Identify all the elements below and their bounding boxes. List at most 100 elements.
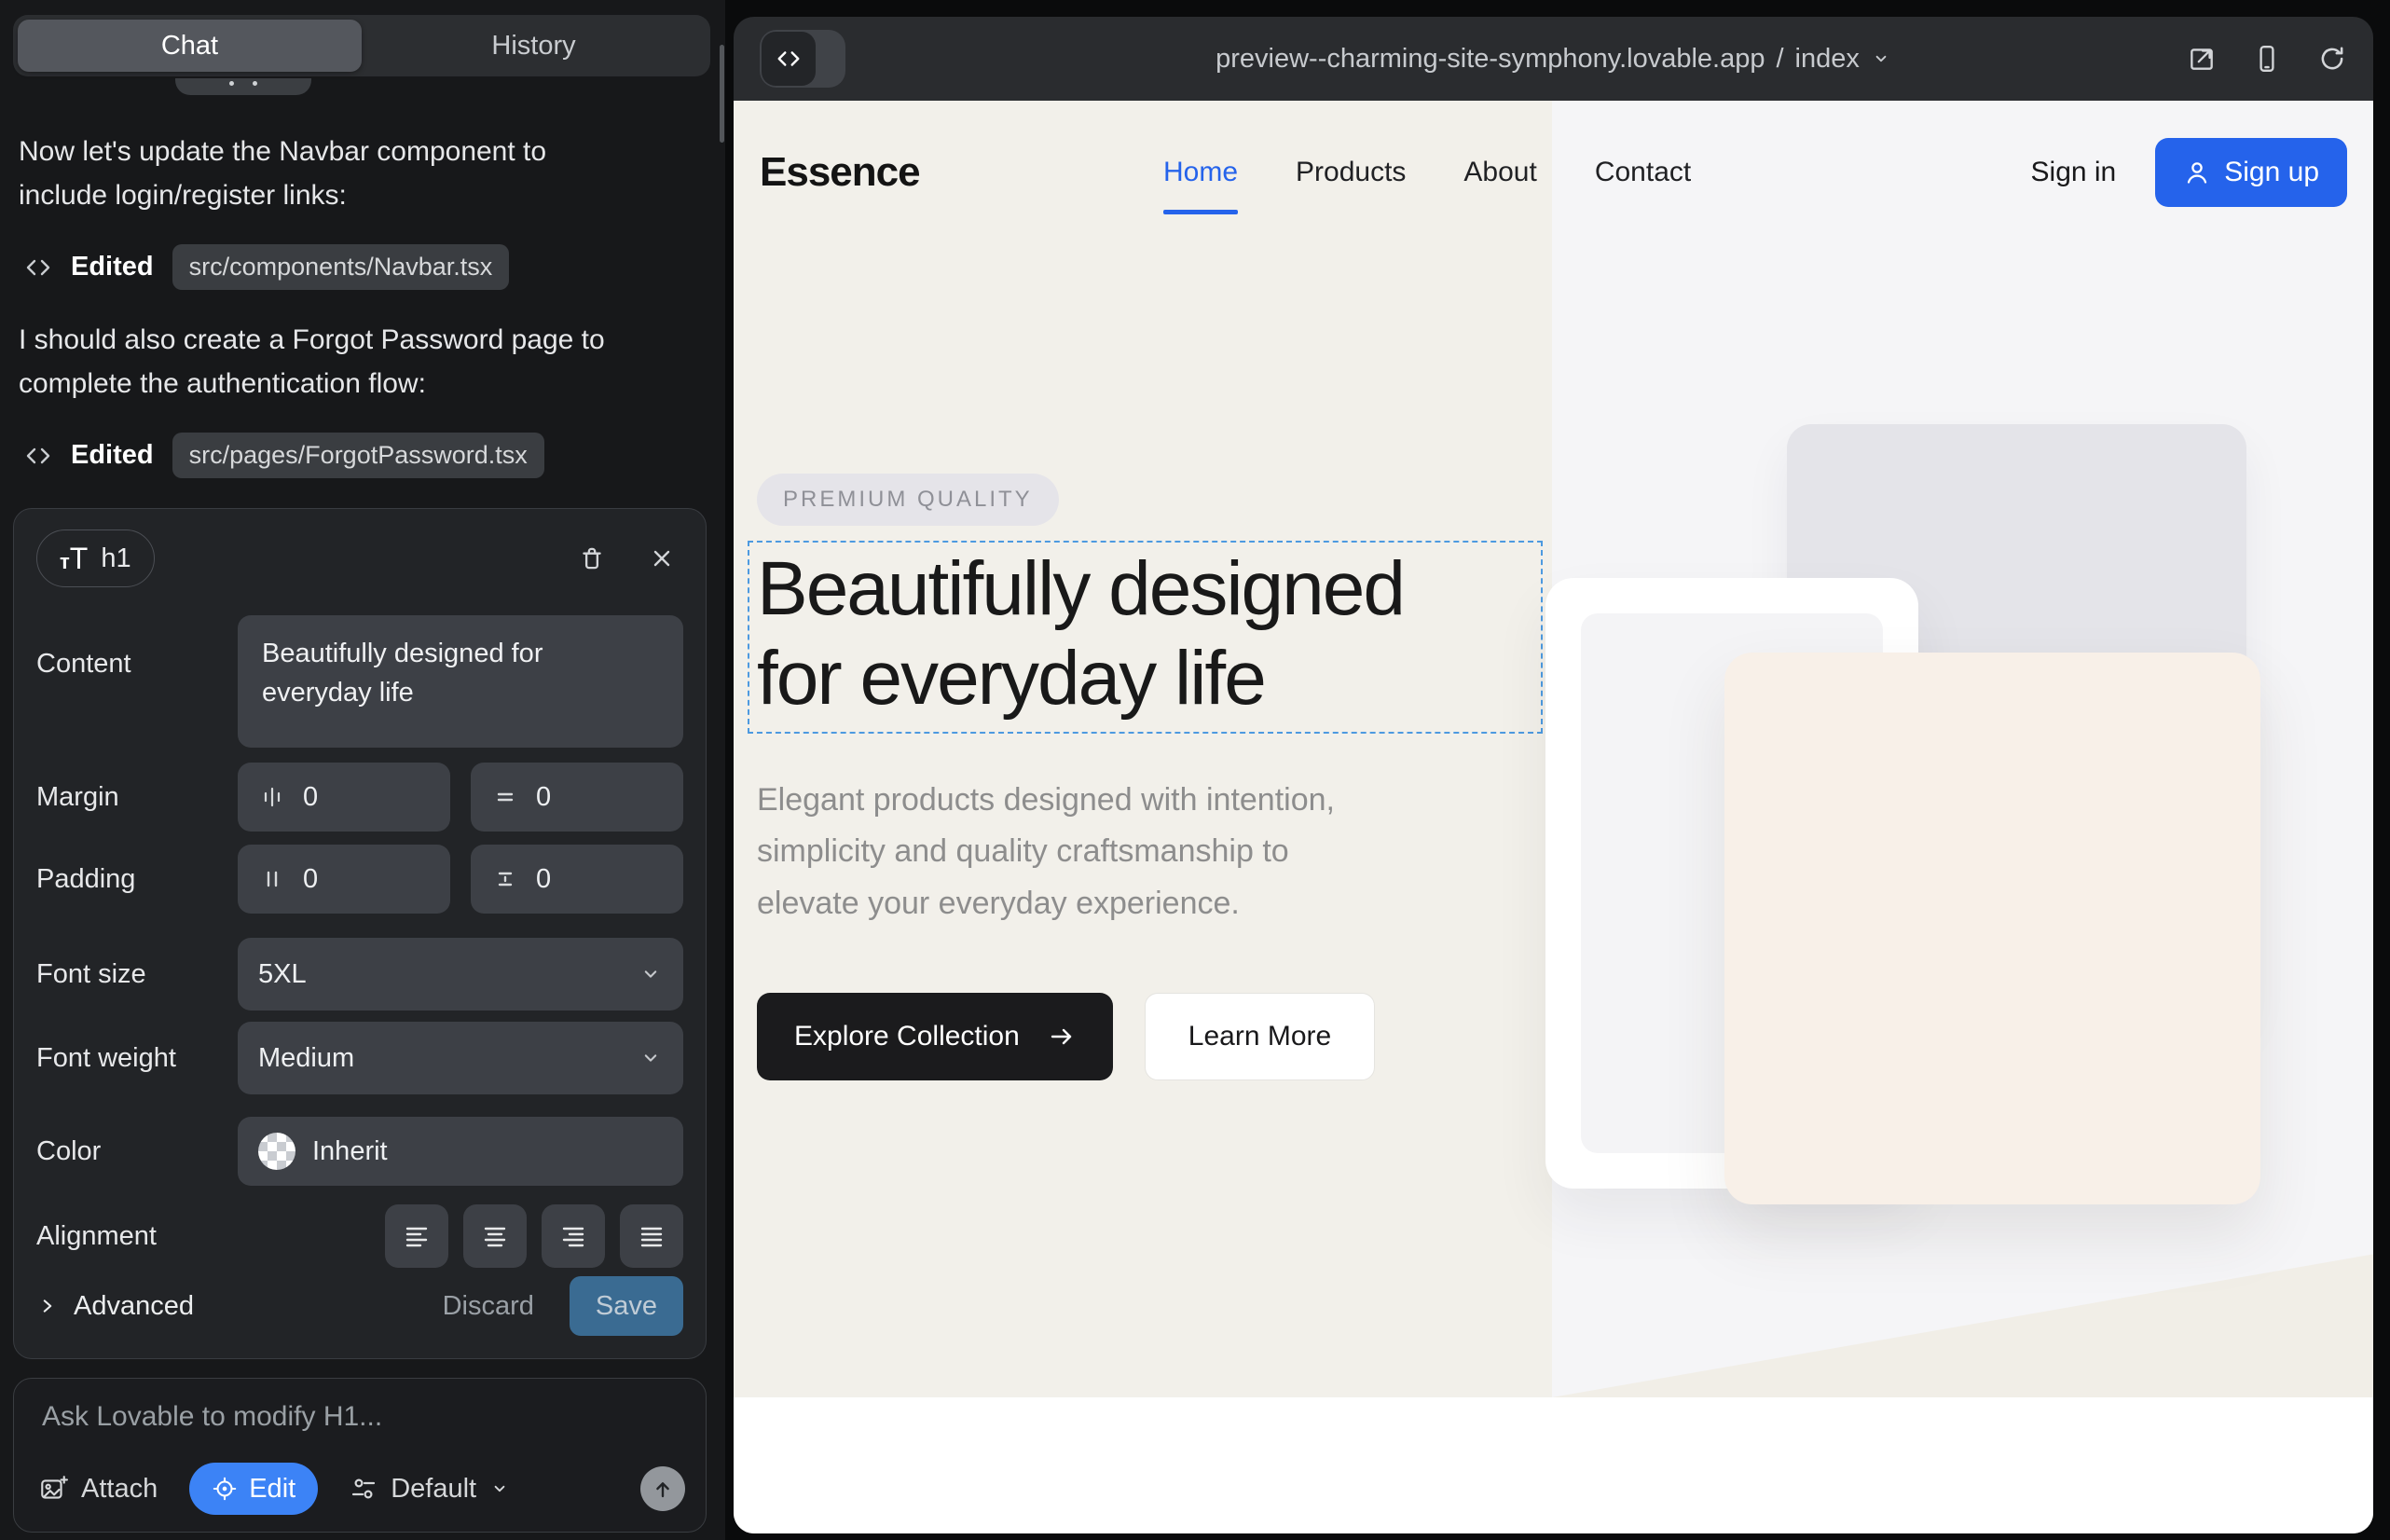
code-icon: [24, 254, 52, 282]
signin-button[interactable]: Sign in: [2031, 157, 2117, 188]
external-link-icon: [2187, 44, 2217, 74]
site-preview: Essence Home Products About Contact Sign…: [734, 101, 2373, 1533]
edited-file-row: Edited src/components/Navbar.tsx: [24, 244, 509, 290]
mobile-view-button[interactable]: [2252, 44, 2282, 74]
content-input[interactable]: Beautifully designed for everyday life: [238, 615, 683, 748]
close-inspector-button[interactable]: [648, 544, 676, 572]
transparent-color-swatch: [258, 1133, 295, 1170]
arrow-right-icon: [1048, 1023, 1076, 1051]
trash-icon: [577, 543, 607, 573]
site-logo[interactable]: Essence: [760, 149, 920, 196]
chat-history-tabs: Chat History: [13, 15, 710, 76]
open-external-button[interactable]: [2187, 44, 2217, 74]
decorative-card-beige: [1724, 653, 2260, 1204]
element-inspector-panel: тT h1 Content Beautifully designe: [13, 508, 707, 1359]
lovable-sidebar: Chat History Now let's update the Navbar…: [0, 0, 725, 1540]
alignment-label: Alignment: [36, 1221, 238, 1252]
chat-message: Now let's update the Navbar component to…: [19, 131, 634, 217]
advanced-toggle[interactable]: Advanced: [36, 1291, 194, 1322]
site-navbar: Essence Home Products About Contact Sign…: [734, 101, 2373, 244]
margin-y-input[interactable]: 0: [471, 763, 683, 832]
prompt-input[interactable]: [42, 1401, 676, 1457]
preview-browser-window: preview--charming-site-symphony.lovable.…: [734, 17, 2373, 1533]
user-icon: [2183, 158, 2211, 186]
edited-label: Edited: [71, 440, 154, 471]
scrolled-chip-partial: [175, 78, 311, 95]
font-size-select[interactable]: 5XL: [238, 938, 683, 1011]
content-label: Content: [36, 649, 238, 680]
align-center-icon: [479, 1220, 511, 1252]
section-below-hero: [734, 1397, 2373, 1533]
tab-history[interactable]: History: [362, 20, 706, 72]
chat-message: I should also create a Forgot Password p…: [19, 319, 634, 406]
learn-more-button[interactable]: Learn More: [1145, 993, 1375, 1080]
crosshair-icon: [212, 1476, 238, 1502]
align-justify-button[interactable]: [620, 1204, 683, 1268]
font-weight-select[interactable]: Medium: [238, 1022, 683, 1094]
align-justify-icon: [636, 1220, 667, 1252]
margin-x-input[interactable]: 0: [238, 763, 450, 832]
color-label: Color: [36, 1136, 238, 1167]
delete-element-button[interactable]: [577, 543, 607, 573]
chevron-down-icon: [489, 1478, 510, 1499]
code-icon: [24, 442, 52, 470]
selected-element-chip[interactable]: тT h1: [36, 529, 155, 587]
smartphone-icon: [2252, 44, 2282, 74]
chevron-down-icon[interactable]: [1871, 48, 1891, 69]
margin-label: Margin: [36, 782, 238, 813]
preview-url: preview--charming-site-symphony.lovable.…: [1216, 44, 1765, 75]
premium-badge: PREMIUM QUALITY: [757, 474, 1059, 526]
preview-toolbar: preview--charming-site-symphony.lovable.…: [734, 17, 2373, 101]
margin-vertical-icon: [491, 783, 519, 811]
code-preview-toggle[interactable]: [760, 30, 845, 88]
nav-link-about[interactable]: About: [1463, 157, 1536, 188]
nav-link-home[interactable]: Home: [1163, 157, 1238, 188]
align-right-button[interactable]: [542, 1204, 605, 1268]
attach-image-icon: [38, 1474, 68, 1504]
send-button[interactable]: [640, 1466, 685, 1511]
font-size-label: Font size: [36, 959, 238, 990]
edited-label: Edited: [71, 252, 154, 282]
align-right-icon: [557, 1220, 589, 1252]
color-select[interactable]: Inherit: [238, 1117, 683, 1186]
url-breadcrumb: preview--charming-site-symphony.lovable.…: [734, 17, 2373, 101]
discard-button[interactable]: Discard: [443, 1291, 534, 1322]
margin-horizontal-icon: [258, 783, 286, 811]
sliders-icon: [350, 1475, 378, 1503]
close-icon: [648, 544, 676, 572]
refresh-icon: [2317, 44, 2347, 74]
hero-section: PREMIUM QUALITY Beautifully designed for…: [734, 244, 2373, 1397]
chevron-down-icon: [639, 962, 663, 986]
nav-link-products[interactable]: Products: [1296, 157, 1406, 188]
chat-scrollbar[interactable]: [720, 45, 724, 143]
align-center-button[interactable]: [463, 1204, 527, 1268]
edited-file-row: Edited src/pages/ForgotPassword.tsx: [24, 433, 544, 478]
edit-mode-button[interactable]: Edit: [189, 1463, 318, 1515]
file-chip[interactable]: src/pages/ForgotPassword.tsx: [172, 433, 544, 478]
nav-link-contact[interactable]: Contact: [1595, 157, 1691, 188]
signup-button[interactable]: Sign up: [2155, 138, 2347, 207]
page-selector[interactable]: index: [1795, 44, 1860, 75]
attach-button[interactable]: Attach: [38, 1474, 158, 1505]
save-button[interactable]: Save: [570, 1276, 683, 1336]
padding-vertical-icon: [491, 865, 519, 893]
padding-horizontal-icon: [258, 865, 286, 893]
file-chip[interactable]: src/components/Navbar.tsx: [172, 244, 510, 290]
explore-collection-button[interactable]: Explore Collection: [757, 993, 1113, 1080]
padding-x-input[interactable]: 0: [238, 845, 450, 914]
align-left-button[interactable]: [385, 1204, 448, 1268]
arrow-up-icon: [652, 1478, 674, 1500]
inspector-header: тT h1: [36, 529, 683, 587]
selected-h1-outline[interactable]: Beautifully designed for everyday life: [748, 541, 1543, 734]
typography-icon: тT: [60, 542, 88, 576]
decorative-wedge: [1552, 1248, 2373, 1397]
hero-heading[interactable]: Beautifully designed for everyday life: [757, 544, 1409, 722]
font-weight-label: Font weight: [36, 1043, 238, 1074]
padding-y-input[interactable]: 0: [471, 845, 683, 914]
nav-links: Home Products About Contact: [1163, 101, 1691, 244]
chevron-right-icon: [36, 1295, 59, 1317]
refresh-button[interactable]: [2317, 44, 2347, 74]
tab-chat[interactable]: Chat: [18, 20, 362, 72]
hero-paragraph: Elegant products designed with intention…: [757, 775, 1493, 929]
mode-select[interactable]: Default: [350, 1474, 510, 1505]
